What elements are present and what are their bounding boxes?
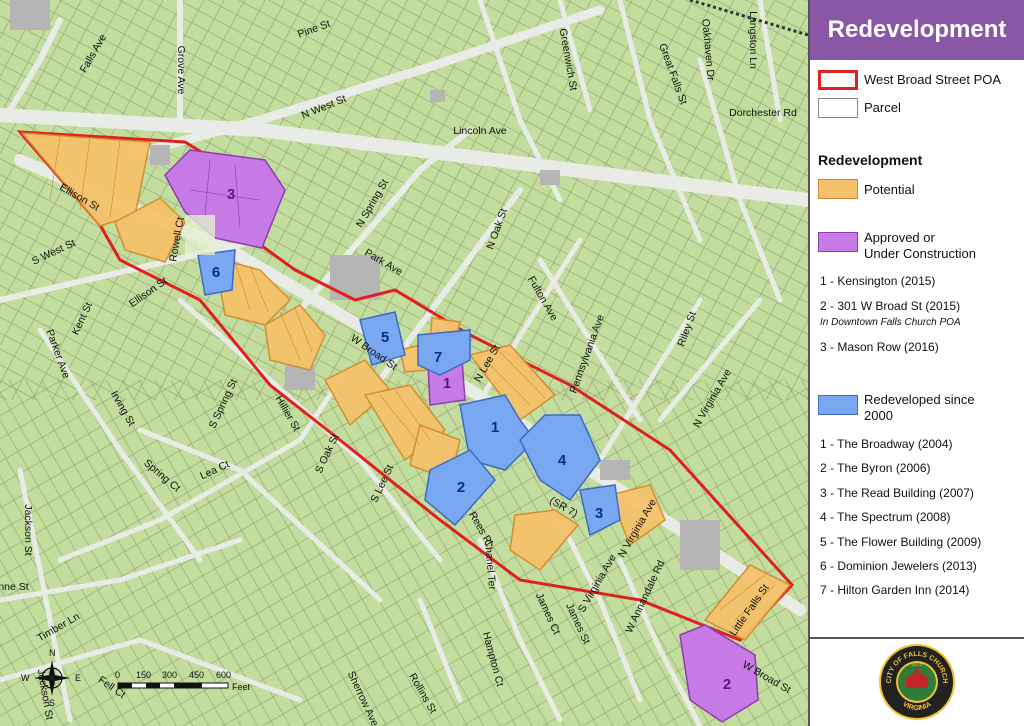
redeveloped-label-5: 5	[381, 329, 389, 346]
redeveloped-label-2: 2	[457, 479, 465, 496]
approved-swatch	[818, 232, 858, 252]
approved-label-3: 3	[227, 186, 235, 203]
approved-item-2: 2 - 301 W Broad St (2015)	[820, 299, 961, 313]
street-label: Jackson St	[22, 504, 34, 555]
compass-s: S	[49, 698, 55, 708]
approved-item-1: 1 - Kensington (2015)	[820, 274, 936, 288]
street-label: Dorchester Rd	[729, 107, 797, 119]
approved-item-2-note: In Downtown Falls Church POA	[820, 317, 961, 328]
city-seal-logo: CITY OF FALLS CHURCH VIRGINIA 1875	[879, 644, 955, 720]
scale-tick-450: 450	[189, 670, 204, 680]
redeveloped-label-7: 7	[434, 349, 442, 366]
park-area	[185, 215, 215, 255]
legend-panel: Redevelopment West Broad Street POA Parc…	[808, 0, 1024, 726]
poa-boundary-swatch	[818, 70, 858, 90]
parcel-swatch	[818, 98, 858, 118]
redeveloped-item-3: 3 - The Read Building (2007)	[820, 486, 974, 500]
scale-tick-150: 150	[136, 670, 151, 680]
potential-swatch	[818, 179, 858, 199]
approved-label-line1: Approved or	[864, 230, 935, 245]
legend-title: Redevelopment	[810, 0, 1024, 60]
redeveloped-label-line1: Redeveloped since	[864, 392, 975, 407]
redeveloped-label-4: 4	[558, 452, 567, 469]
parcel-label: Parcel	[864, 100, 901, 115]
map-canvas[interactable]: 1 2 3 1 2 3 4 5 6 7 Falls Ave Grove Ave …	[0, 0, 808, 726]
redeveloped-item-2: 2 - The Byron (2006)	[820, 461, 931, 475]
redeveloped-item-7: 7 - Hilton Garden Inn (2014)	[820, 583, 970, 597]
seal-year: 1875	[911, 662, 922, 668]
approved-item-3: 3 - Mason Row (2016)	[820, 340, 939, 354]
redeveloped-swatch	[818, 395, 858, 415]
legend-divider	[810, 637, 1024, 639]
scale-tick-0: 0	[115, 670, 120, 680]
scale-unit: Feet	[232, 682, 251, 692]
approved-label-2: 2	[723, 676, 731, 693]
compass-w: W	[21, 673, 30, 683]
poa-boundary-label: West Broad Street POA	[864, 72, 1002, 87]
redeveloped-label-3: 3	[595, 505, 603, 522]
redeveloped-item-1: 1 - The Broadway (2004)	[820, 437, 953, 451]
redevelopment-heading: Redevelopment	[818, 152, 923, 168]
redeveloped-item-5: 5 - The Flower Building (2009)	[820, 535, 982, 549]
redeveloped-item-6: 6 - Dominion Jewelers (2013)	[820, 559, 977, 573]
redeveloped-label-6: 6	[212, 264, 220, 281]
street-label: Anne St	[0, 581, 29, 593]
redeveloped-label-1: 1	[491, 419, 499, 436]
approved-label-line2: Under Construction	[864, 246, 976, 261]
potential-label: Potential	[864, 182, 915, 197]
street-label: Lincoln Ave	[453, 125, 507, 137]
scale-tick-600: 600	[216, 670, 231, 680]
map-svg: 1 2 3 1 2 3 4 5 6 7 Falls Ave Grove Ave …	[0, 0, 808, 726]
approved-label-1: 1	[443, 375, 451, 392]
compass-e: E	[75, 673, 81, 683]
compass-n: N	[49, 648, 56, 658]
scale-tick-300: 300	[162, 670, 177, 680]
redeveloped-label-line2: 2000	[864, 408, 893, 423]
redeveloped-item-4: 4 - The Spectrum (2008)	[820, 510, 951, 524]
street-label: Langston Ln	[747, 11, 759, 69]
street-label: Grove Ave	[175, 46, 187, 95]
